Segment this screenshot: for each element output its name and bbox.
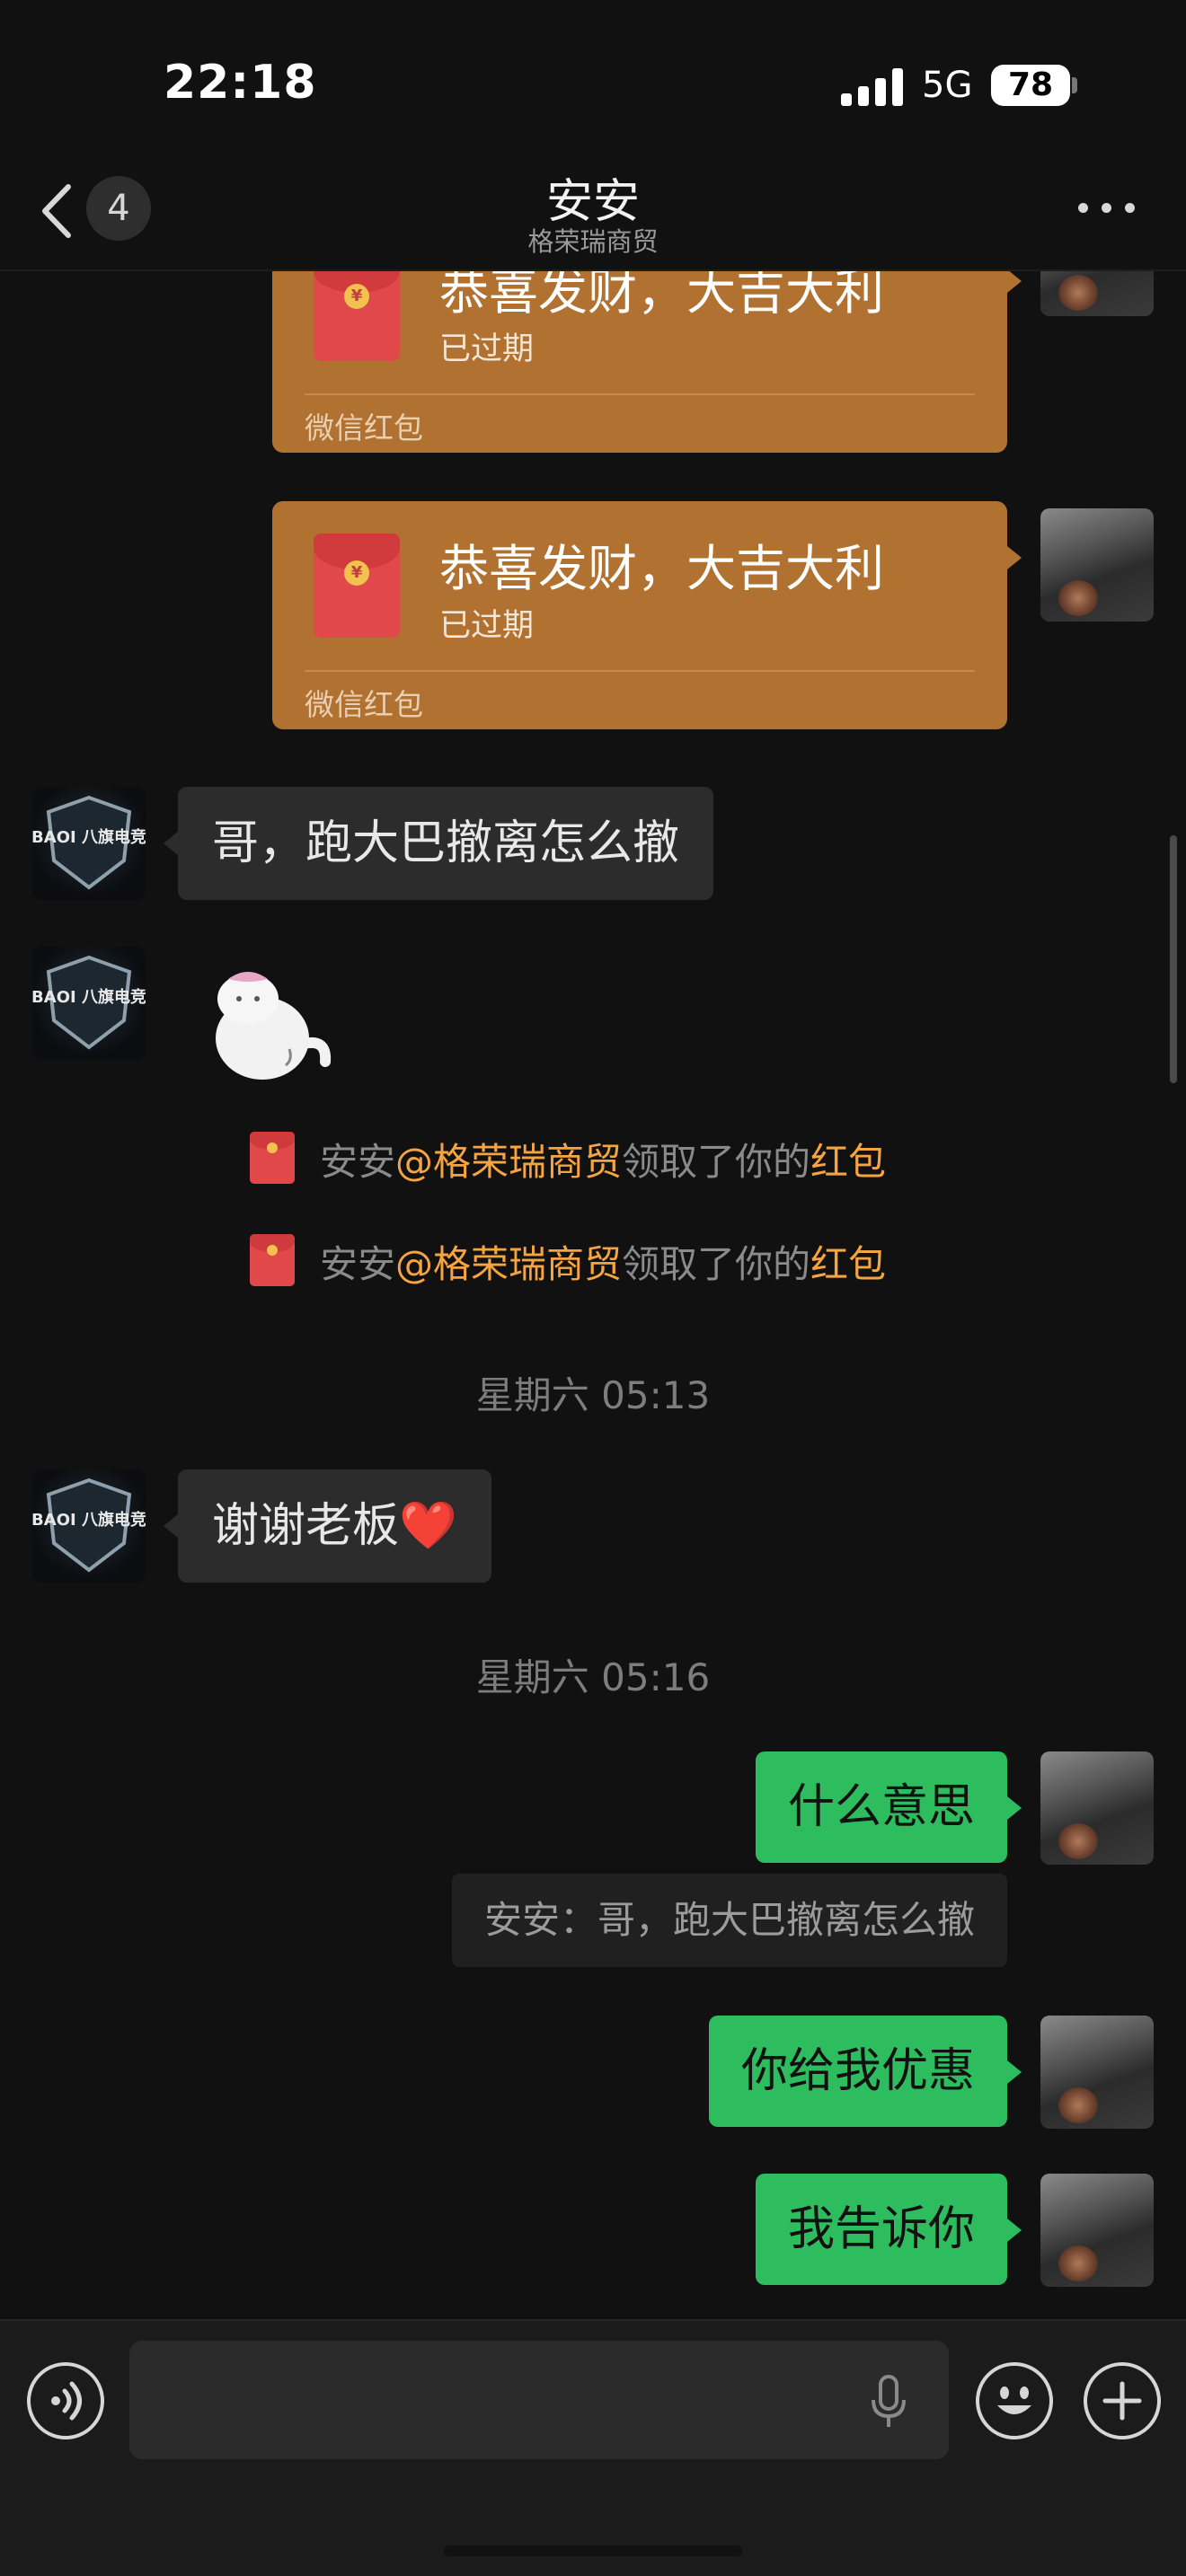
chat-area[interactable]: ¥ 恭喜发财，大吉大利 已过期 微信红包 ¥ 恭喜发财，大吉大利 已过期 微信红… (0, 271, 1186, 2319)
scrollbar[interactable] (1170, 835, 1177, 1083)
message-input[interactable] (129, 2341, 949, 2459)
bubble-tail (1007, 2219, 1022, 2242)
incoming-message[interactable]: 谢谢老板❤️ (178, 1469, 491, 1583)
battery-icon: 78 (991, 65, 1070, 106)
red-packet-message[interactable]: ¥ 恭喜发财，大吉大利 已过期 微信红包 (272, 271, 1007, 453)
red-packet-icon: ¥ (314, 271, 400, 361)
red-packet-icon: ¥ (314, 534, 400, 638)
cat-sticker[interactable] (189, 956, 332, 1090)
bubble-tail (1007, 271, 1022, 293)
svg-text:BAOI 八旗电竞: BAOI 八旗电竞 (32, 827, 146, 847)
microphone-icon[interactable] (866, 2373, 911, 2432)
divider (0, 2319, 1186, 2321)
red-packet-icon (250, 1234, 295, 1286)
red-packet-message[interactable]: ¥ 恭喜发财，大吉大利 已过期 微信红包 (272, 501, 1007, 729)
bubble-tail (1007, 2060, 1022, 2084)
my-avatar[interactable] (1040, 2174, 1154, 2287)
logo-shield-icon: BAOI 八旗电竞 (32, 1478, 146, 1573)
network-label: 5G (922, 65, 973, 106)
timestamp: 星期六 05:13 (475, 1373, 711, 1417)
status-time: 22:18 (164, 56, 317, 110)
red-packet-status: 已过期 (439, 331, 535, 367)
logo-shield-icon: BAOI 八旗电竞 (32, 795, 146, 890)
red-packet-status: 已过期 (439, 608, 535, 644)
home-indicator (444, 2545, 742, 2556)
battery-tip (1072, 77, 1077, 93)
contact-avatar[interactable]: BAOI 八旗电竞 (32, 947, 146, 1060)
red-packet-label: 微信红包 (305, 410, 423, 446)
my-avatar[interactable] (1040, 508, 1154, 622)
logo-shield-icon: BAOI 八旗电竞 (32, 955, 146, 1050)
svg-text:BAOI 八旗电竞: BAOI 八旗电竞 (32, 1510, 146, 1530)
red-packet-claim-notice: 安安@格荣瑞商贸领取了你的红包 (320, 1140, 887, 1184)
red-packet-link[interactable]: 红包 (810, 1140, 886, 1184)
my-avatar[interactable] (1040, 2016, 1154, 2129)
outgoing-message[interactable]: 什么意思 (755, 1751, 1007, 1863)
my-avatar[interactable] (1040, 271, 1154, 316)
voice-icon[interactable] (27, 2362, 104, 2439)
red-packet-label: 微信红包 (305, 687, 423, 722)
contact-avatar[interactable]: BAOI 八旗电竞 (32, 787, 146, 900)
my-avatar[interactable] (1040, 1751, 1154, 1865)
red-packet-claim-notice: 安安@格荣瑞商贸领取了你的红包 (320, 1242, 887, 1286)
red-packet-title: 恭喜发财，大吉大利 (439, 271, 885, 321)
svg-text:BAOI 八旗电竞: BAOI 八旗电竞 (32, 987, 146, 1007)
contact-avatar[interactable]: BAOI 八旗电竞 (32, 1469, 146, 1583)
red-packet-title: 恭喜发财，大吉大利 (439, 540, 885, 597)
signal-icon (841, 68, 904, 106)
quoted-message[interactable]: 安安：哥，跑大巴撤离怎么撤 (451, 1874, 1007, 1967)
bubble-tail (1007, 1796, 1022, 1820)
chat-subtitle: 格荣瑞商贸 (527, 226, 659, 257)
bubble-tail (164, 1514, 178, 1538)
divider (305, 393, 975, 395)
outgoing-message[interactable]: 我告诉你 (755, 2174, 1007, 2285)
red-packet-icon (250, 1132, 295, 1184)
timestamp: 星期六 05:16 (475, 1655, 711, 1699)
bubble-tail (1007, 546, 1022, 569)
incoming-message[interactable]: 哥，跑大巴撤离怎么撤 (178, 787, 714, 900)
bubble-tail (164, 832, 178, 855)
red-packet-link[interactable]: 红包 (810, 1242, 886, 1286)
more-dots-icon[interactable] (1078, 199, 1136, 217)
outgoing-message[interactable]: 你给我优惠 (708, 2016, 1007, 2127)
emoji-icon[interactable] (976, 2362, 1053, 2439)
plus-icon[interactable] (1084, 2362, 1161, 2439)
divider (305, 670, 975, 672)
